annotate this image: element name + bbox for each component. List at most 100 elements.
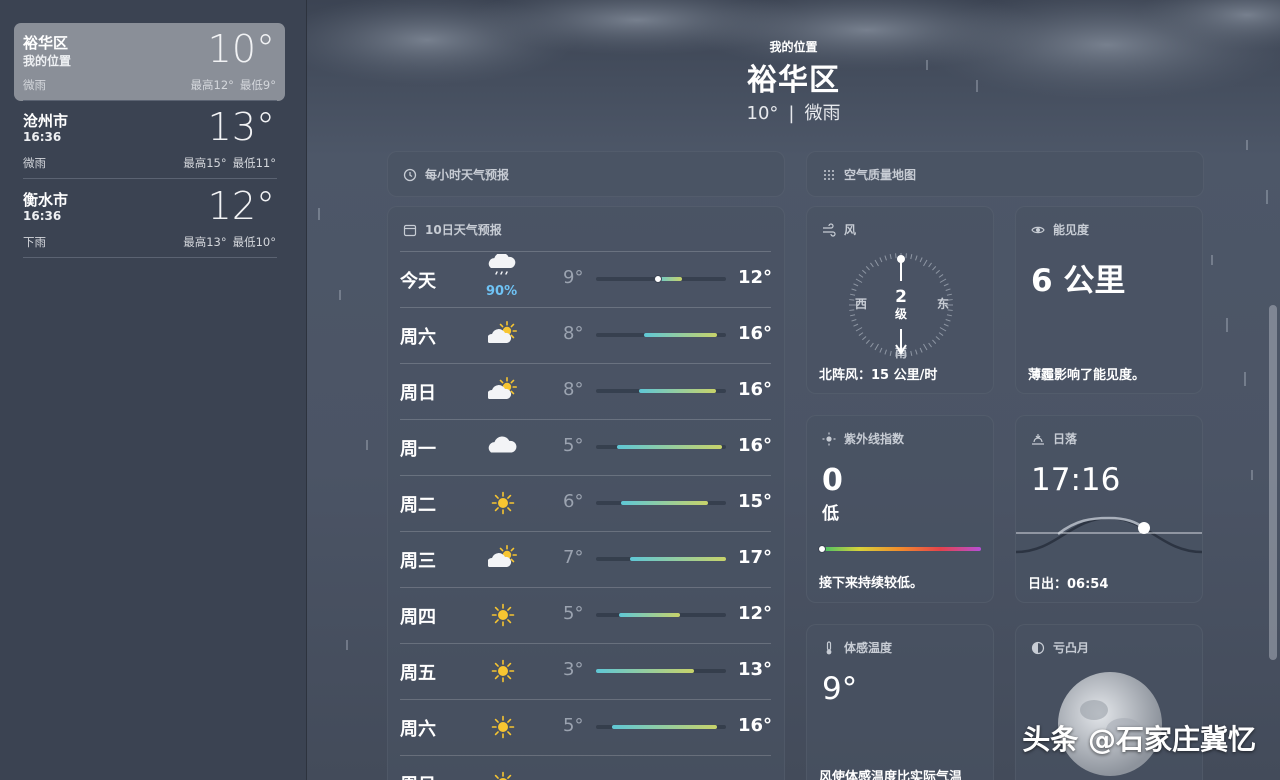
rain-cloud-icon	[488, 254, 516, 275]
day-name: 今天	[400, 271, 436, 292]
divider	[400, 755, 771, 756]
ten-day-forecast-card: 10日天气预报 今天 90% 9° 12° 周六 8° 16° 周日 8° 16° 周一 5° 16° 周…	[387, 206, 785, 780]
divider	[23, 178, 277, 179]
wind-footer: 北阵风：15 公里/时	[819, 368, 938, 383]
divider	[400, 531, 771, 532]
card-title: 日落	[1031, 430, 1077, 447]
sunset-card: 日落 17:16 日出：06:54	[1015, 415, 1203, 603]
wind-compass: 西 东 南 2 级	[849, 253, 953, 360]
location-temp: 10°	[207, 27, 275, 71]
location-name: 沧州市	[23, 112, 69, 130]
sun-icon	[491, 491, 515, 515]
scrollbar[interactable]	[1269, 305, 1277, 660]
visibility-card: 能见度 6 公里 薄霾影响了能见度。	[1015, 206, 1203, 394]
location-subtitle: 16:36	[23, 209, 62, 223]
divider	[400, 363, 771, 364]
air-quality-map-card[interactable]: 空气质量地图	[806, 151, 1204, 197]
uv-label: 低	[822, 504, 839, 524]
day-high-temp: 16°	[738, 435, 773, 456]
divider	[400, 307, 771, 308]
day-low-temp: 5°	[563, 715, 584, 736]
day-name: 周六	[400, 327, 436, 348]
forecast-day-row: 周四 5° 12°	[400, 587, 772, 643]
day-high-temp: 12°	[738, 267, 773, 288]
clock-icon	[403, 168, 417, 181]
day-low-temp: 8°	[563, 323, 584, 344]
divider	[400, 419, 771, 420]
day-low-temp: 6°	[563, 491, 584, 512]
precip-chance: 90%	[486, 284, 518, 299]
temp-range-track	[596, 613, 726, 617]
temp-range-track	[596, 501, 726, 505]
temp-range-track	[596, 725, 726, 729]
forecast-day-row: 周五 3° 13°	[400, 643, 772, 699]
day-name: 周日	[400, 771, 436, 780]
compass-east: 东	[937, 296, 949, 311]
location-name: 衡水市	[23, 191, 69, 209]
location-temp: 12°	[207, 184, 275, 228]
day-low-temp: 5°	[563, 603, 584, 624]
location-sidebar: 裕华区 我的位置 10° 微雨 最高12° 最低9° 沧州市 16:36 13° …	[0, 0, 307, 780]
partly-sunny-icon	[488, 376, 518, 399]
forecast-day-row: 周三 7° 17°	[400, 531, 772, 587]
day-name: 周二	[400, 495, 436, 516]
forecast-day-row: 周六 8° 16°	[400, 307, 772, 363]
temp-range-bar	[644, 333, 717, 337]
card-title: 亏凸月	[1031, 639, 1089, 656]
divider	[400, 587, 771, 588]
location-name: 裕华区	[23, 34, 69, 52]
card-title: 能见度	[1031, 221, 1089, 238]
sun-icon	[494, 771, 512, 780]
uv-footer: 接下来持续较低。	[819, 576, 924, 591]
hourly-forecast-card[interactable]: 每小时天气预报	[387, 151, 785, 197]
temp-range-bar	[629, 557, 726, 561]
temp-range-bar	[619, 613, 681, 617]
forecast-day-row: 周二 6° 15°	[400, 475, 773, 531]
current-temp-dot	[654, 275, 663, 283]
uv-value: 0	[822, 463, 843, 498]
uv-scale-bar	[818, 545, 981, 553]
location-condition: 下雨	[23, 235, 46, 249]
sun-small-icon	[822, 432, 836, 445]
dots-grid-icon	[824, 169, 834, 180]
forecast-day-row: 周日 8° 16°	[400, 363, 772, 419]
feels-like-footer: 风使体感温度比实际气温	[819, 770, 963, 780]
page-title: 裕华区	[747, 63, 840, 98]
feels-like-value: 9°	[822, 671, 858, 707]
temp-range-bar	[620, 501, 708, 505]
visibility-value: 6 公里	[1031, 263, 1126, 299]
compass-west: 西	[855, 297, 867, 311]
location-item-yuhua[interactable]: 裕华区 我的位置 10° 微雨 最高12° 最低9°	[14, 23, 285, 101]
location-subtitle: 16:36	[23, 130, 62, 144]
temp-range-track	[596, 333, 726, 337]
divider	[23, 257, 277, 258]
location-subtitle: 我的位置	[23, 54, 72, 68]
calendar-icon	[403, 224, 417, 236]
day-low-temp: 9°	[563, 267, 584, 288]
day-name: 周三	[400, 551, 436, 572]
separator: |	[788, 103, 795, 124]
card-title: 空气质量地图	[822, 166, 916, 183]
location-item-cangzhou[interactable]: 沧州市 16:36 13° 微雨 最高15° 最低11°	[14, 101, 285, 179]
wind-card: 风 西 东 南 2 级 北阵风：15 公里/时	[806, 206, 994, 394]
day-high-temp: 15°	[738, 491, 773, 512]
sunset-icon	[1032, 433, 1044, 445]
day-name: 周一	[400, 439, 436, 460]
card-title: 10日天气预报	[403, 221, 502, 238]
wind-unit: 级	[895, 306, 907, 321]
temp-range-track	[596, 669, 726, 673]
day-name: 周四	[400, 607, 436, 628]
visibility-footer: 薄霾影响了能见度。	[1028, 368, 1146, 383]
eye-icon	[1031, 226, 1045, 233]
divider	[23, 100, 277, 101]
sunrise-footer: 日出：06:54	[1028, 577, 1109, 592]
card-title: 紫外线指数	[822, 430, 904, 447]
divider	[400, 475, 771, 476]
sun-icon	[491, 603, 515, 627]
location-condition: 微雨	[23, 156, 46, 170]
divider	[400, 643, 771, 644]
location-item-hengshui[interactable]: 衡水市 16:36 12° 下雨 最高13° 最低10°	[14, 180, 285, 258]
sunset-time: 17:16	[1031, 462, 1121, 498]
moon-phase-icon	[1031, 641, 1045, 654]
forecast-day-row: 周日	[400, 755, 771, 780]
